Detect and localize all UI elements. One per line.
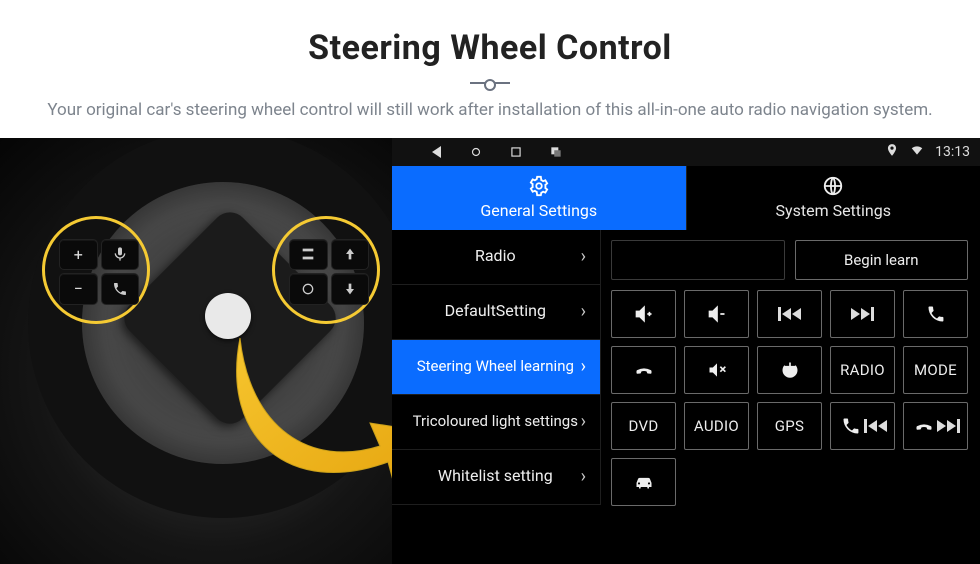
prev-track-icon — [778, 307, 801, 321]
nav-recent-icon[interactable] — [508, 144, 524, 160]
swc-mode-button[interactable]: MODE — [903, 346, 968, 394]
wifi-icon — [909, 143, 925, 161]
nav-home-icon[interactable] — [468, 144, 484, 160]
wheel-button-voice — [101, 239, 140, 271]
phone-prev-icon — [839, 416, 887, 436]
swc-phone-hangup-button[interactable] — [611, 346, 676, 394]
begin-learn-button[interactable]: Begin learn — [795, 240, 969, 280]
learn-slot-empty[interactable] — [611, 240, 785, 280]
tab-system-settings[interactable]: System Settings — [686, 166, 980, 230]
stage: + − — [0, 138, 980, 564]
sidebar-item-default-setting[interactable]: DefaultSetting › — [392, 285, 601, 340]
page-subtitle: Your original car's steering wheel contr… — [40, 98, 940, 124]
gear-icon — [528, 175, 550, 197]
wheel-button-cycle — [289, 273, 328, 305]
mute-icon — [705, 360, 729, 380]
wheel-button-source — [289, 239, 328, 271]
tab-general-settings[interactable]: General Settings — [392, 166, 686, 230]
head-unit-screen: 13:13 General Settings System Settings R… — [392, 138, 980, 564]
sidebar-item-whitelist[interactable]: Whitelist setting › — [392, 450, 601, 505]
wheel-button-plus: + — [59, 239, 98, 271]
wheel-button-up — [331, 239, 370, 271]
swc-empty-slot — [903, 458, 968, 506]
phone-next-icon — [912, 416, 960, 436]
chevron-right-icon: › — [581, 466, 586, 487]
sidebar-item-label: Radio — [410, 247, 581, 265]
chevron-right-icon: › — [581, 246, 586, 267]
swc-gps-button[interactable]: GPS — [757, 402, 822, 450]
swc-power-button[interactable] — [757, 346, 822, 394]
sidebar-item-steering-wheel-learning[interactable]: Steering Wheel learning › — [392, 340, 601, 395]
chevron-right-icon: › — [581, 411, 586, 432]
chevron-right-icon: › — [581, 301, 586, 322]
swc-empty-slot — [684, 458, 749, 506]
sidebar-item-radio[interactable]: Radio › — [392, 230, 601, 285]
wheel-logo — [205, 293, 251, 339]
swc-phone-answer-button[interactable] — [903, 290, 968, 338]
android-status-bar: 13:13 — [392, 138, 980, 166]
steering-wheel-photo: + − — [0, 138, 392, 564]
chevron-right-icon: › — [581, 356, 586, 377]
wheel-button-phone — [101, 273, 140, 305]
wheel-button-down — [331, 273, 370, 305]
swc-car-button[interactable] — [611, 458, 676, 506]
tab-label: System Settings — [776, 201, 891, 220]
swc-empty-slot — [757, 458, 822, 506]
swc-radio-button[interactable]: RADIO — [830, 346, 895, 394]
status-time: 13:13 — [935, 144, 970, 160]
wheel-button-minus: − — [59, 273, 98, 305]
sidebar-item-label: DefaultSetting — [410, 302, 581, 320]
globe-icon — [822, 175, 844, 197]
volume-up-icon — [632, 304, 656, 324]
wheel-buttons-right-highlight — [272, 216, 380, 324]
title-divider — [470, 82, 510, 84]
swc-phone-next-button[interactable] — [903, 402, 968, 450]
page-title: Steering Wheel Control — [40, 28, 940, 68]
volume-down-icon — [705, 304, 729, 324]
car-icon — [632, 472, 656, 492]
phone-icon — [924, 304, 948, 324]
sidebar-item-label: Steering Wheel learning — [410, 358, 581, 375]
sidebar-item-label: Tricoloured light settings — [410, 413, 581, 430]
swc-volume-up-button[interactable] — [611, 290, 676, 338]
swc-dvd-button[interactable]: DVD — [611, 402, 676, 450]
content-area: Begin learn — [601, 230, 980, 564]
swc-audio-button[interactable]: AUDIO — [684, 402, 749, 450]
swc-phone-prev-button[interactable] — [830, 402, 895, 450]
next-track-icon — [851, 307, 874, 321]
swc-next-track-button[interactable] — [830, 290, 895, 338]
swc-mute-button[interactable] — [684, 346, 749, 394]
swc-empty-slot — [830, 458, 895, 506]
swc-prev-track-button[interactable] — [757, 290, 822, 338]
gps-icon — [885, 143, 899, 161]
nav-back-icon[interactable] — [428, 144, 444, 160]
phone-hangup-icon — [632, 360, 656, 380]
wheel-buttons-left-highlight: + − — [42, 216, 150, 324]
settings-sidebar: Radio › DefaultSetting › Steering Wheel … — [392, 230, 601, 564]
nav-screenshot-icon[interactable] — [548, 144, 564, 160]
sidebar-item-label: Whitelist setting — [410, 467, 581, 485]
sidebar-item-tricoloured-light[interactable]: Tricoloured light settings › — [392, 395, 601, 450]
tab-label: General Settings — [480, 201, 597, 220]
swc-volume-down-button[interactable] — [684, 290, 749, 338]
power-icon — [778, 360, 802, 380]
